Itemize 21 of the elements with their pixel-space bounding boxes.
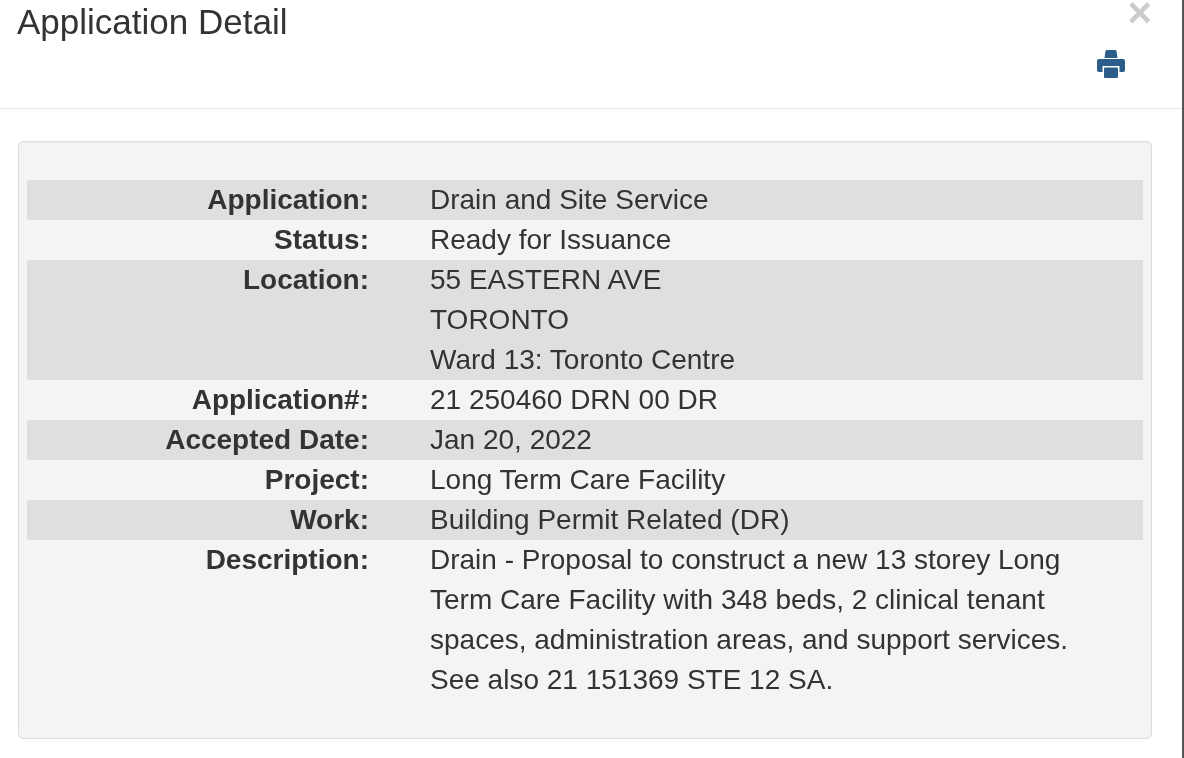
field-value: Building Permit Related (DR) [430, 503, 791, 537]
field-label: Application: [206, 183, 369, 217]
field-value: Ward 13: Toronto Centre [430, 343, 737, 377]
field-value: TORONTO [430, 303, 570, 337]
field-value: 21 250460 DRN 00 DR [430, 383, 719, 417]
field-label: Accepted Date: [164, 423, 369, 457]
field-label: Application#: [190, 383, 369, 417]
field-label: Location: [242, 263, 369, 297]
field-label: Project: [263, 463, 369, 497]
field-label: Description: [204, 543, 369, 577]
field-value: Drain - Proposal to construct a new 13 storey Long Term Care Facility with 348 beds, 2 clinical tenant spaces, administration areas, and support services. See also 21 151369 STE 12 SA. [430, 543, 1070, 697]
close-button[interactable]: × [1127, 0, 1152, 34]
field-label: Status: [273, 223, 369, 257]
modal-title: Application Detail [17, 3, 288, 41]
field-value: Ready for Issuance [430, 223, 673, 257]
field-value: Long Term Care Facility [430, 463, 727, 497]
field-label: Work: [289, 503, 369, 537]
field-value: Jan 20, 2022 [430, 423, 593, 457]
field-value: 55 EASTERN AVE [430, 263, 663, 297]
field-value: Drain and Site Service [430, 183, 710, 217]
print-icon[interactable] [1097, 50, 1125, 78]
